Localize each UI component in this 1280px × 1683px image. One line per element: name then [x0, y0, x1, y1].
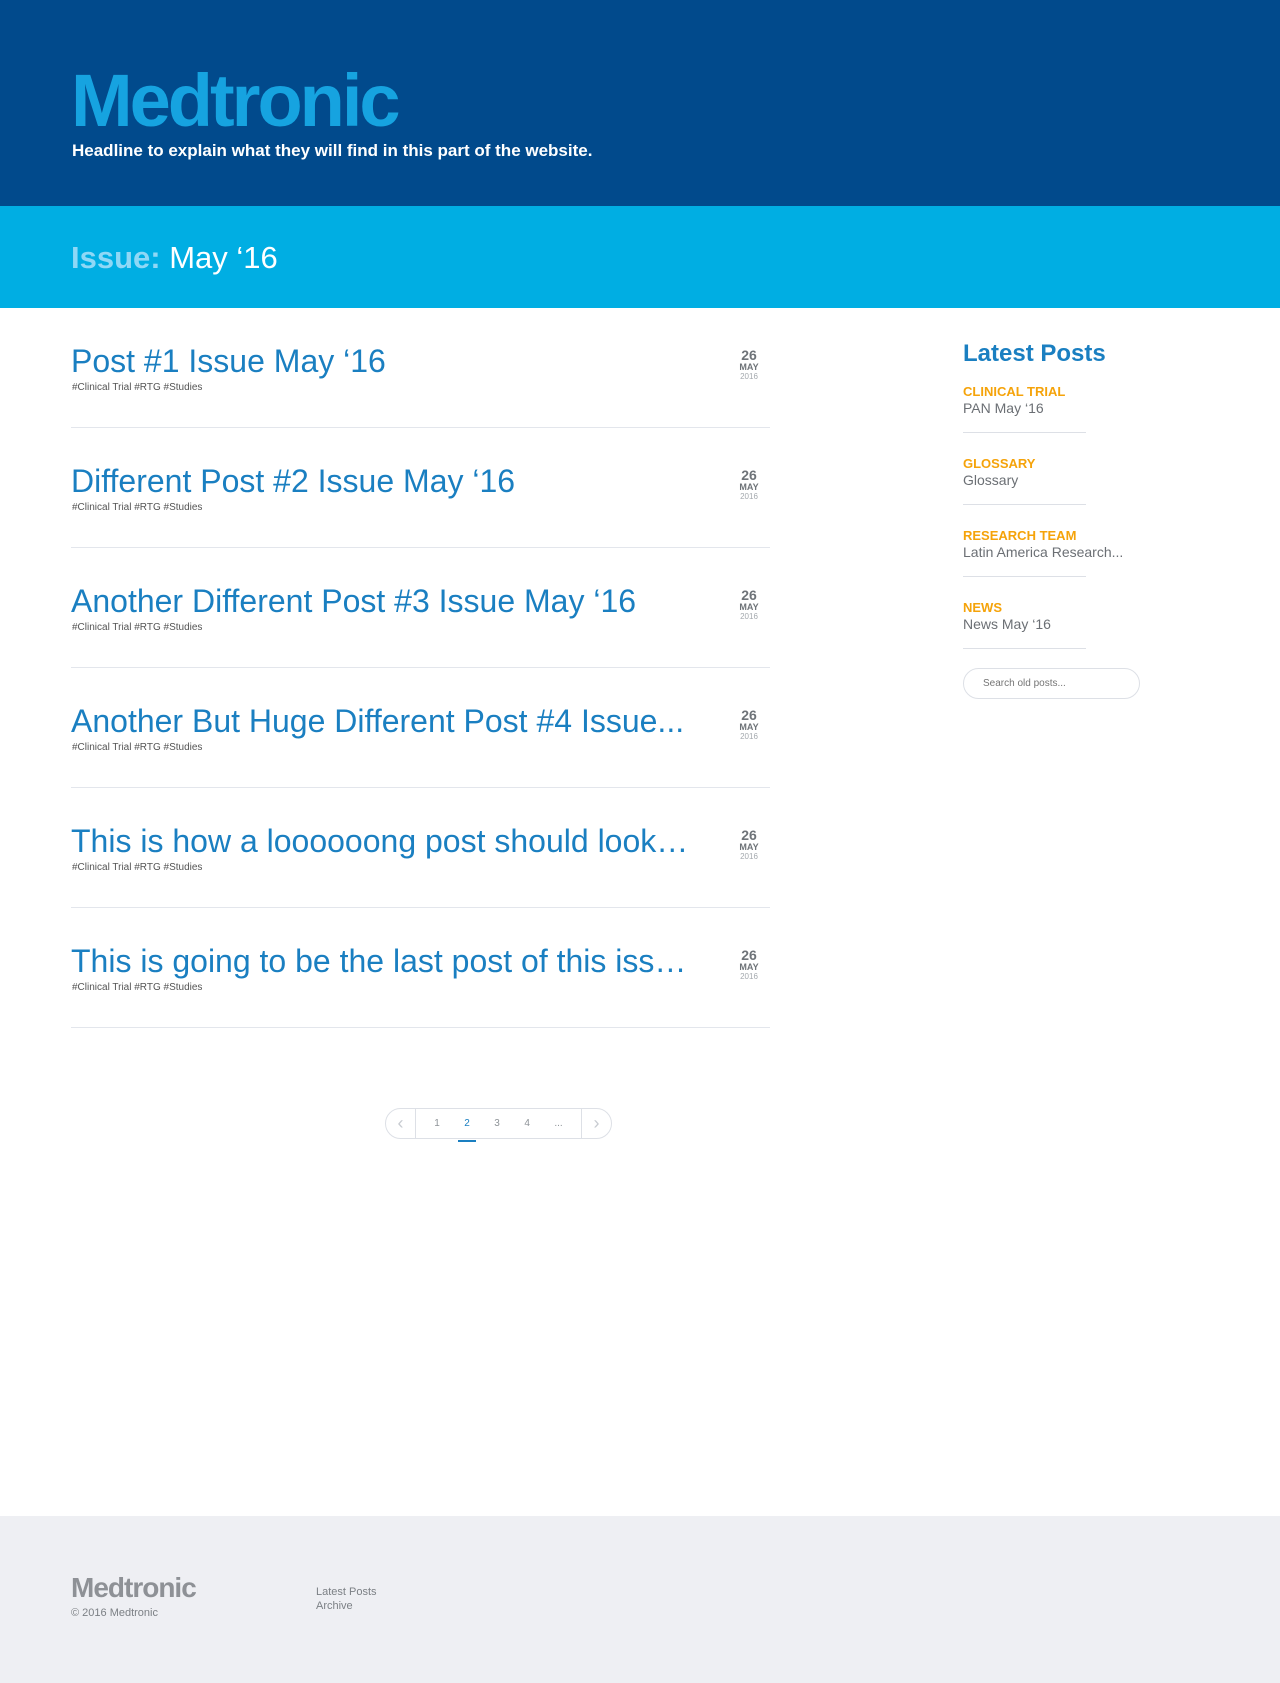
date-year: 2016: [740, 732, 758, 741]
date-day: 26: [741, 467, 757, 483]
sidebar-item-post: PAN May ‘16: [963, 399, 1044, 416]
sidebar-item-post: Glossary: [963, 471, 1019, 488]
date-year: 2016: [740, 972, 758, 981]
sidebar-item-category: CLINICAL TRIAL: [963, 383, 1066, 399]
issue-bar: Issue: May ‘16: [0, 206, 1280, 308]
date-month: MAY: [739, 962, 759, 972]
issue-value: May ‘16: [169, 240, 278, 275]
post-tags: #Clinical Trial #RTG #Studies: [72, 862, 203, 873]
sidebar-item-category: RESEARCH TEAM: [963, 527, 1077, 543]
date-month: MAY: [739, 722, 759, 732]
post-title-link[interactable]: Another Different Post #3 Issue May ‘16: [71, 582, 691, 620]
sidebar-item-post: News May ‘16: [963, 615, 1051, 632]
date-month: MAY: [739, 602, 759, 612]
post-item: This is how a loooooong post should look…: [71, 788, 770, 908]
page-link-2-current[interactable]: 2: [458, 1114, 476, 1142]
pagination: ‹ 1 2 3 4 ... ›: [385, 1108, 612, 1142]
date-day: 26: [741, 587, 757, 603]
page-link-4[interactable]: 4: [522, 1114, 532, 1133]
post-title-link[interactable]: Post #1 Issue May ‘16: [71, 342, 691, 380]
post-tags: #Clinical Trial #RTG #Studies: [72, 742, 203, 753]
footer-link-archive[interactable]: Archive: [316, 1600, 377, 1612]
chevron-left-icon: ‹: [397, 1113, 404, 1133]
post-date: 26 MAY 2016: [734, 708, 764, 741]
post-title-link[interactable]: This is how a loooooong post should look…: [71, 822, 691, 860]
date-day: 26: [741, 347, 757, 363]
date-month: MAY: [739, 362, 759, 372]
post-tags: #Clinical Trial #RTG #Studies: [72, 982, 203, 993]
post-item: Different Post #2 Issue May ‘16 #Clinica…: [71, 428, 770, 548]
date-day: 26: [741, 707, 757, 723]
date-day: 26: [741, 947, 757, 963]
date-year: 2016: [740, 372, 758, 381]
post-title-link[interactable]: Another But Huge Different Post #4 Issue…: [71, 702, 691, 740]
pagination-next-button[interactable]: ›: [581, 1109, 611, 1138]
post-date: 26 MAY 2016: [734, 588, 764, 621]
date-month: MAY: [739, 842, 759, 852]
post-list: Post #1 Issue May ‘16 #Clinical Trial #R…: [71, 308, 770, 1028]
site-footer: Medtronic © 2016 Medtronic Latest Posts …: [0, 1516, 1280, 1683]
medtronic-logo[interactable]: Medtronic: [71, 64, 401, 138]
issue-heading: Issue: May ‘16: [71, 239, 278, 276]
footer-links: Latest Posts Archive: [316, 1586, 377, 1614]
post-date: 26 MAY 2016: [734, 828, 764, 861]
post-date: 26 MAY 2016: [734, 468, 764, 501]
page-link-1[interactable]: 1: [432, 1114, 442, 1133]
sidebar-item-category: GLOSSARY: [963, 455, 1036, 471]
post-date: 26 MAY 2016: [734, 348, 764, 381]
post-title-link[interactable]: This is going to be the last post of thi…: [71, 942, 691, 980]
footer-logo[interactable]: Medtronic: [71, 1574, 197, 1602]
sidebar-title: Latest Posts: [963, 340, 1106, 367]
post-item: Post #1 Issue May ‘16 #Clinical Trial #R…: [71, 308, 770, 428]
pagination-pages: 1 2 3 4 ...: [416, 1109, 581, 1142]
pagination-prev-button[interactable]: ‹: [386, 1109, 416, 1138]
sidebar-item-research-team[interactable]: RESEARCH TEAM Latin America Research...: [963, 527, 1124, 577]
post-tags: #Clinical Trial #RTG #Studies: [72, 382, 203, 393]
post-date: 26 MAY 2016: [734, 948, 764, 981]
sidebar-item-category: NEWS: [963, 599, 1002, 615]
post-item: This is going to be the last post of thi…: [71, 908, 770, 1028]
page-link-more[interactable]: ...: [552, 1114, 564, 1133]
latest-posts-sidebar: Latest Posts CLINICAL TRIAL PAN May ‘16 …: [963, 340, 1143, 699]
date-year: 2016: [740, 492, 758, 501]
date-month: MAY: [739, 482, 759, 492]
header-tagline: Headline to explain what they will find …: [72, 141, 593, 160]
chevron-right-icon: ›: [593, 1113, 600, 1133]
sidebar-item-news[interactable]: NEWS News May ‘16: [963, 599, 1086, 649]
page-link-3[interactable]: 3: [492, 1114, 502, 1133]
date-year: 2016: [740, 852, 758, 861]
site-header: Medtronic Headline to explain what they …: [0, 0, 1280, 206]
footer-link-latest-posts[interactable]: Latest Posts: [316, 1586, 377, 1598]
issue-label: Issue:: [71, 240, 161, 275]
post-item: Another Different Post #3 Issue May ‘16 …: [71, 548, 770, 668]
date-year: 2016: [740, 612, 758, 621]
sidebar-item-glossary[interactable]: GLOSSARY Glossary: [963, 455, 1086, 505]
post-tags: #Clinical Trial #RTG #Studies: [72, 622, 203, 633]
search-old-posts-input[interactable]: [963, 667, 1140, 699]
sidebar-item-post: Latin America Research...: [963, 543, 1124, 560]
post-item: Another But Huge Different Post #4 Issue…: [71, 668, 770, 788]
date-day: 26: [741, 827, 757, 843]
post-tags: #Clinical Trial #RTG #Studies: [72, 502, 203, 513]
sidebar-item-clinical-trial[interactable]: CLINICAL TRIAL PAN May ‘16: [963, 383, 1086, 433]
post-title-link[interactable]: Different Post #2 Issue May ‘16: [71, 462, 691, 500]
footer-copyright: © 2016 Medtronic: [71, 1607, 158, 1619]
